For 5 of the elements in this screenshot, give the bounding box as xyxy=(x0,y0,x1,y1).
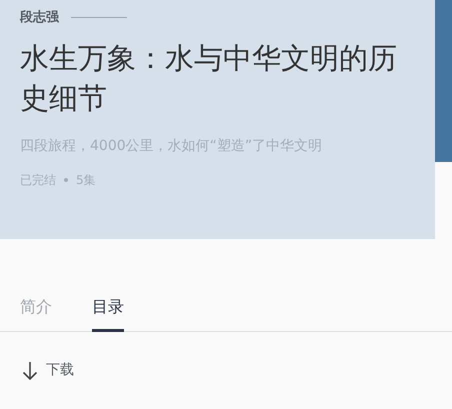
download-icon xyxy=(22,360,38,380)
author-name: 段志强 xyxy=(20,8,59,27)
download-button[interactable]: 下载 xyxy=(22,360,74,381)
tab[interactable]: 目录 xyxy=(92,295,124,332)
title: 水生万象：水与中华文明的历史细节 xyxy=(20,40,398,116)
